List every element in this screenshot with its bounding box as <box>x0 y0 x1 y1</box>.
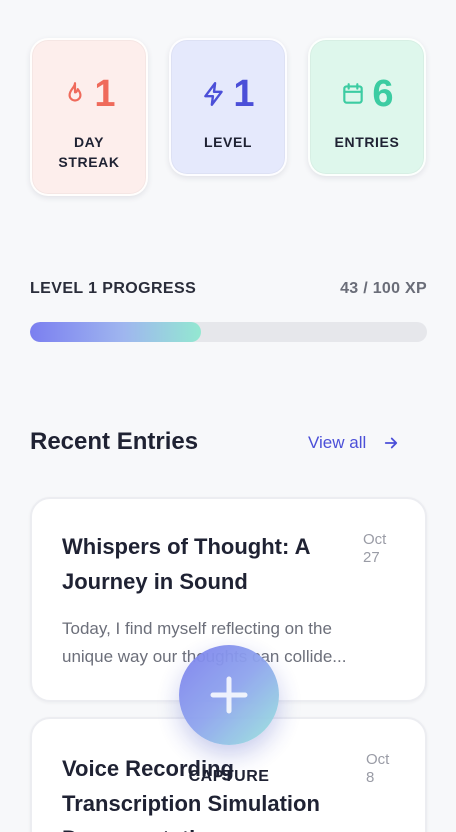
entry-title: Voice Recording Transcription Simulation… <box>62 756 320 832</box>
entries-label: ENTRIES <box>334 134 400 150</box>
plus-icon <box>210 676 248 714</box>
recent-entries-heading: Recent Entries <box>30 428 199 455</box>
stat-card-level[interactable]: 1 LEVEL <box>169 38 287 176</box>
progress-xp: 43 / 100 XP <box>340 280 427 297</box>
entry-date: Oct 27 <box>363 531 403 567</box>
capture-label: CAPTURE <box>188 768 270 785</box>
arrow-right-icon <box>385 437 398 449</box>
stats-row: 1 DAY STREAK 1 LEVEL 6 ENTRIES <box>30 38 426 198</box>
streak-value: 1 <box>94 73 116 115</box>
entry-title: Whispers of Thought: A Journey in Sound <box>62 534 310 594</box>
entry-date-day: 8 <box>366 769 375 786</box>
flame-icon <box>68 82 82 102</box>
dashboard-page: 1 DAY STREAK 1 LEVEL 6 ENTRIES LEVEL 1 P… <box>0 0 456 832</box>
view-all-link[interactable]: View all <box>308 433 400 453</box>
entry-date-day: 27 <box>363 549 380 566</box>
calendar-icon <box>343 83 364 104</box>
stat-top: 6 <box>340 73 394 115</box>
capture-button[interactable] <box>179 645 279 745</box>
view-all-label: View all <box>308 433 367 452</box>
entry-date-month: Oct <box>363 531 387 548</box>
level-label: LEVEL <box>203 134 253 150</box>
stat-top: 1 <box>62 73 116 115</box>
lightning-icon <box>204 81 224 107</box>
entries-value: 6 <box>372 73 394 115</box>
entry-date-month: Oct <box>366 751 390 768</box>
level-progress-header: LEVEL 1 PROGRESS 43 / 100 XP <box>30 280 427 300</box>
progress-bar-fill <box>30 322 201 342</box>
stat-top: 1 <box>201 73 255 115</box>
progress-title: LEVEL 1 PROGRESS <box>30 280 197 297</box>
stat-card-entries[interactable]: 6 ENTRIES <box>308 38 426 176</box>
progress-bar <box>30 322 427 342</box>
entry-date: Oct 8 <box>366 751 406 787</box>
stat-card-streak[interactable]: 1 DAY STREAK <box>30 38 148 196</box>
level-value: 1 <box>233 73 255 115</box>
entry-excerpt-line: Today, I find myself reflecting on the <box>62 619 332 638</box>
streak-label: DAY STREAK <box>58 134 120 170</box>
